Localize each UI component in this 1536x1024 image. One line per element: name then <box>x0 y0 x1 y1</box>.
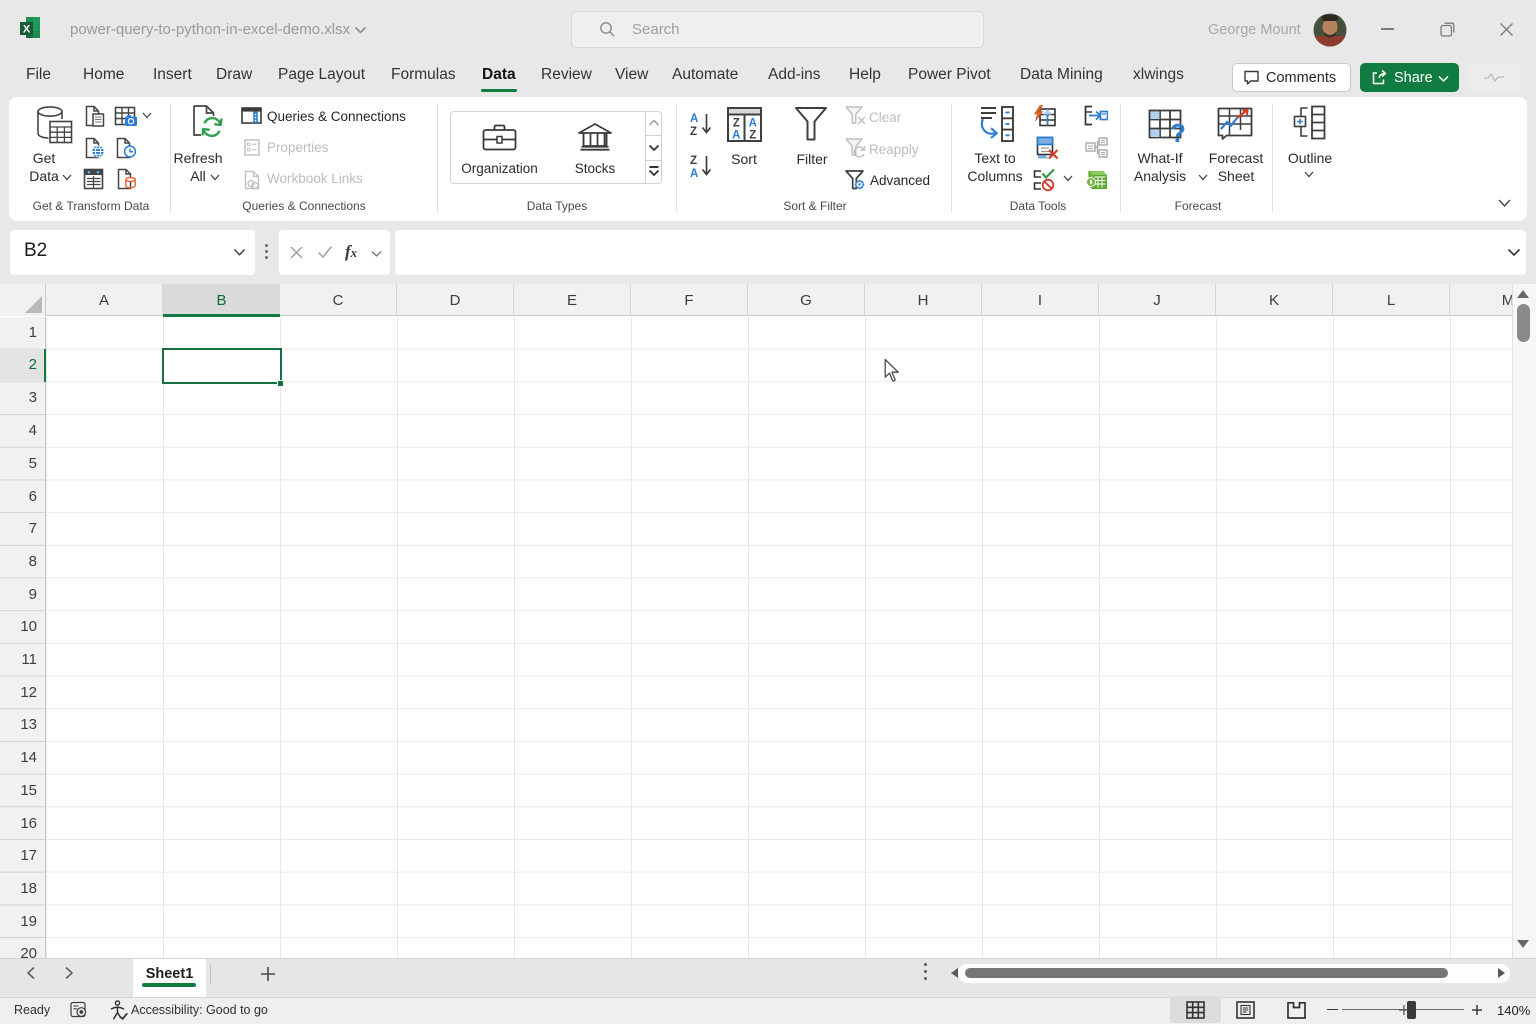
svg-text:A: A <box>690 113 698 125</box>
svg-text:X: X <box>23 24 31 36</box>
svg-text:Z: Z <box>690 126 697 137</box>
svg-text:?: ? <box>1170 118 1186 144</box>
svg-text:Z: Z <box>690 155 697 167</box>
svg-text:A: A <box>749 118 757 130</box>
svg-text:Z: Z <box>749 130 756 142</box>
svg-text:Z: Z <box>733 118 740 130</box>
svg-text:A: A <box>690 168 698 179</box>
svg-text:A: A <box>732 130 740 142</box>
